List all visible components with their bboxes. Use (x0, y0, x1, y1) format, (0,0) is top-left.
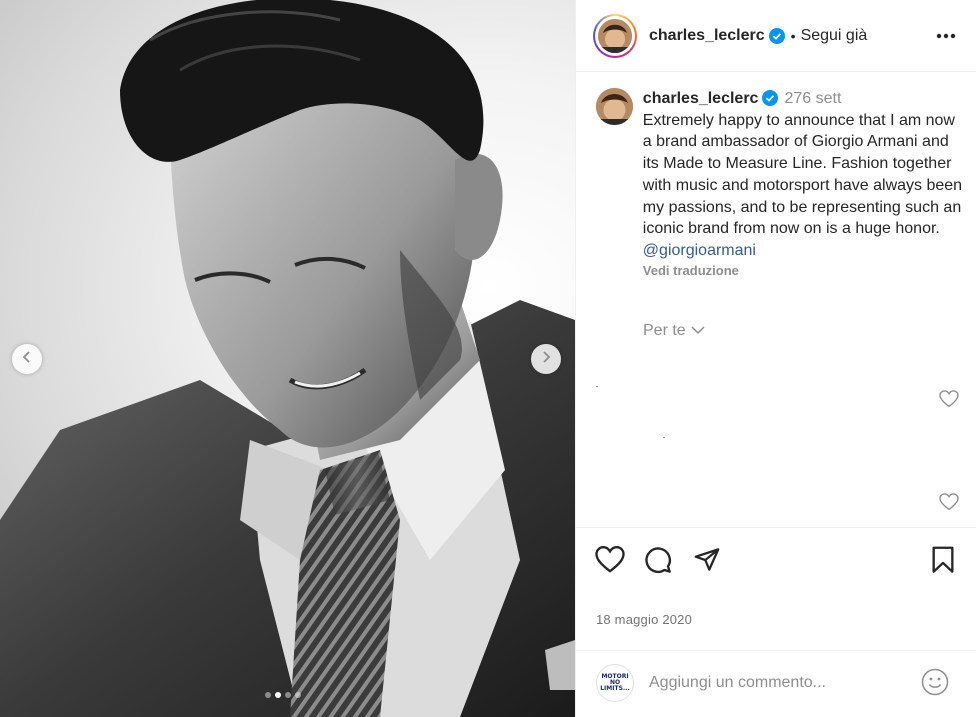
emoji-icon[interactable] (921, 668, 949, 701)
next-image-button[interactable] (531, 344, 561, 374)
post-caption: charles_leclerc 276 sett Extremely happy … (596, 88, 966, 278)
avatar-text: LIMITS... (600, 685, 630, 692)
caption-text: Extremely happy to announce that I am no… (642, 111, 963, 238)
avatar (598, 18, 632, 53)
post-photo (0, 0, 575, 717)
carousel-dot (285, 692, 291, 698)
comment-like-heart-icon[interactable] (939, 493, 959, 516)
send-icon[interactable] (693, 546, 721, 578)
profile-avatar-story-ring[interactable] (593, 13, 637, 58)
comment-placeholder-speck (663, 437, 665, 438)
header-separator: • (790, 27, 796, 44)
post-media[interactable] (0, 0, 575, 717)
post-actions-bar (576, 527, 976, 591)
verified-badge-icon (762, 90, 779, 106)
add-comment-bar: MOTORI NO LIMITS... Aggiungi un commento… (576, 650, 976, 717)
bookmark-icon[interactable] (931, 546, 955, 579)
caption-timestamp[interactable]: 276 sett (784, 90, 841, 107)
chevron-right-icon (540, 350, 552, 368)
caption-avatar[interactable] (596, 88, 633, 125)
comment-input[interactable]: Aggiungi un commento... (649, 674, 826, 692)
for-you-label: Per te (643, 322, 686, 339)
see-translation-button[interactable]: Vedi traduzione (643, 263, 966, 278)
carousel-dot (295, 692, 301, 698)
carousel-dot (265, 692, 271, 698)
carousel-indicator (265, 692, 301, 698)
comment-like-heart-icon[interactable] (939, 390, 959, 413)
carousel-dot-active (275, 692, 281, 698)
heart-icon[interactable] (595, 546, 625, 578)
for-you-toggle[interactable]: Per te (643, 322, 705, 340)
comment-placeholder-speck (596, 386, 598, 387)
more-horizontal-icon[interactable] (936, 26, 956, 44)
mention-link[interactable]: @giorgioarmani (643, 240, 966, 261)
verified-badge-icon (768, 27, 785, 44)
chevron-left-icon (21, 350, 33, 368)
following-button[interactable]: Segui già (801, 27, 868, 45)
post-header: charles_leclerc • Segui già (576, 0, 976, 72)
comment-icon[interactable] (644, 546, 672, 579)
header-username-link[interactable]: charles_leclerc (649, 27, 765, 45)
current-user-avatar: MOTORI NO LIMITS... (596, 664, 634, 702)
caption-username-link[interactable]: charles_leclerc (643, 90, 759, 107)
prev-image-button[interactable] (12, 344, 42, 374)
chevron-down-icon (691, 322, 705, 340)
post-details-panel: charles_leclerc • Segui già charles_lecl… (575, 0, 976, 717)
post-date[interactable]: 18 maggio 2020 (596, 612, 692, 627)
